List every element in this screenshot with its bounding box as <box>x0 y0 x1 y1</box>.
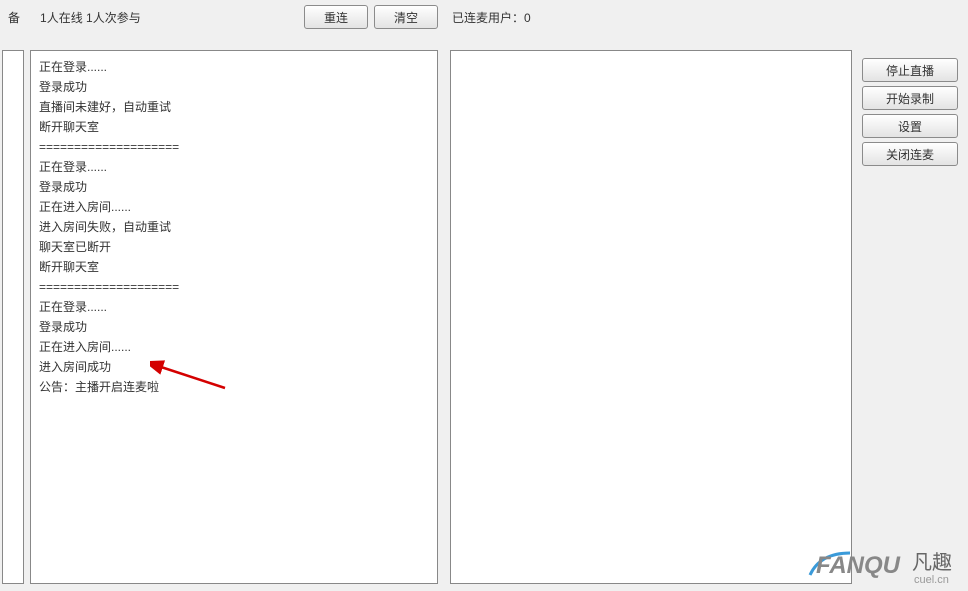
connected-users-count: 0 <box>524 11 531 25</box>
log-line: 正在进入房间...... <box>39 337 429 357</box>
log-line: ==================== <box>39 277 429 297</box>
log-line: 正在登录...... <box>39 157 429 177</box>
log-line: 正在登录...... <box>39 57 429 77</box>
top-bar: 备 1人在线 1人次参与 重连 清空 已连麦用户：0 <box>0 0 968 34</box>
main-area: 正在登录...... 登录成功 直播间未建好，自动重试 断开聊天室 ======… <box>0 50 968 591</box>
log-line: 登录成功 <box>39 317 429 337</box>
log-line: 登录成功 <box>39 177 429 197</box>
log-line: 断开聊天室 <box>39 117 429 137</box>
log-line: 进入房间失败，自动重试 <box>39 217 429 237</box>
stop-live-button[interactable]: 停止直播 <box>862 58 958 82</box>
log-line: ==================== <box>39 137 429 157</box>
start-record-button[interactable]: 开始录制 <box>862 86 958 110</box>
log-panel[interactable]: 正在登录...... 登录成功 直播间未建好，自动重试 断开聊天室 ======… <box>30 50 438 584</box>
close-mic-button[interactable]: 关闭连麦 <box>862 142 958 166</box>
status-prefix: 备 <box>8 9 20 26</box>
right-button-column: 停止直播 开始录制 设置 关闭连麦 <box>862 50 962 166</box>
log-line: 正在登录...... <box>39 297 429 317</box>
left-strip-panel <box>2 50 24 584</box>
clear-button[interactable]: 清空 <box>374 5 438 29</box>
log-line: 登录成功 <box>39 77 429 97</box>
log-line: 进入房间成功 <box>39 357 429 377</box>
middle-panel <box>450 50 852 584</box>
connected-users-text: 已连麦用户： <box>452 11 524 25</box>
top-button-group: 重连 清空 <box>304 5 438 29</box>
log-line: 公告：主播开启连麦啦 <box>39 377 429 397</box>
connected-users-label: 已连麦用户：0 <box>452 9 531 26</box>
log-line: 断开聊天室 <box>39 257 429 277</box>
log-line: 正在进入房间...... <box>39 197 429 217</box>
log-line: 聊天室已断开 <box>39 237 429 257</box>
log-line: 直播间未建好，自动重试 <box>39 97 429 117</box>
settings-button[interactable]: 设置 <box>862 114 958 138</box>
online-status: 1人在线 1人次参与 <box>40 9 141 26</box>
reconnect-button[interactable]: 重连 <box>304 5 368 29</box>
